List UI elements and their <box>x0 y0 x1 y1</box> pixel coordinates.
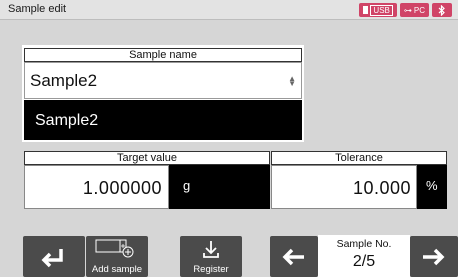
return-arrow-icon <box>41 249 63 268</box>
usb-status-badge: USB <box>359 3 397 17</box>
sample-number-display: Sample No. 2/5 <box>318 235 410 277</box>
left-arrow-icon <box>282 248 304 266</box>
tolerance-unit: % <box>426 178 438 193</box>
back-button[interactable] <box>23 236 85 277</box>
title-bar: Sample edit USB ⊶ PC <box>0 0 458 20</box>
target-value-label: Target value <box>24 151 270 165</box>
tolerance-value: 10.000 <box>352 178 411 198</box>
sample-number-value: 2/5 <box>352 253 376 270</box>
add-sample-button[interactable]: Add sample <box>86 236 148 277</box>
register-label: Register <box>193 264 229 275</box>
tolerance-label: Tolerance <box>271 151 447 165</box>
usb-status-label: USB <box>370 4 393 16</box>
previous-sample-button[interactable] <box>270 236 318 277</box>
tolerance-unit-box: % <box>417 165 447 209</box>
pc-status-badge: ⊶ PC <box>399 3 429 17</box>
usb-icon <box>363 6 369 14</box>
next-sample-button[interactable] <box>410 236 458 277</box>
bluetooth-icon <box>432 3 452 17</box>
add-sample-label: Add sample <box>91 264 143 275</box>
sample-name-value: Sample2 <box>30 71 98 90</box>
sample-number-label: Sample No. <box>336 238 392 250</box>
window-title: Sample edit <box>8 3 67 15</box>
target-unit: g <box>183 178 191 193</box>
register-button[interactable]: Register <box>180 236 242 277</box>
pc-status-label: PC <box>413 5 425 15</box>
sample-edit-screen: Sample edit USB ⊶ PC Sample name Sample2… <box>0 0 458 277</box>
sample-name-label: Sample name <box>24 48 302 62</box>
target-unit-box: g <box>169 165 270 209</box>
sample-name-field[interactable]: Sample2 ▲ ▼ <box>24 62 302 99</box>
spinner-icon[interactable]: ▲ ▼ <box>288 75 296 88</box>
target-value-field[interactable]: 1.000000 <box>24 165 169 209</box>
sample-name-display: Sample2 <box>24 100 302 140</box>
sample-name-display-value: Sample2 <box>35 112 99 129</box>
status-icons: USB ⊶ PC <box>359 3 452 17</box>
download-icon <box>203 241 219 258</box>
tolerance-field[interactable]: 10.000 <box>271 165 417 209</box>
target-value-value: 1.000000 <box>82 178 162 198</box>
pc-connection-icon: ⊶ <box>403 5 412 15</box>
right-arrow-icon <box>423 248 445 266</box>
add-sample-icon <box>95 239 134 258</box>
bottom-toolbar: Add sample Register Sample No. 2/5 <box>0 232 458 277</box>
